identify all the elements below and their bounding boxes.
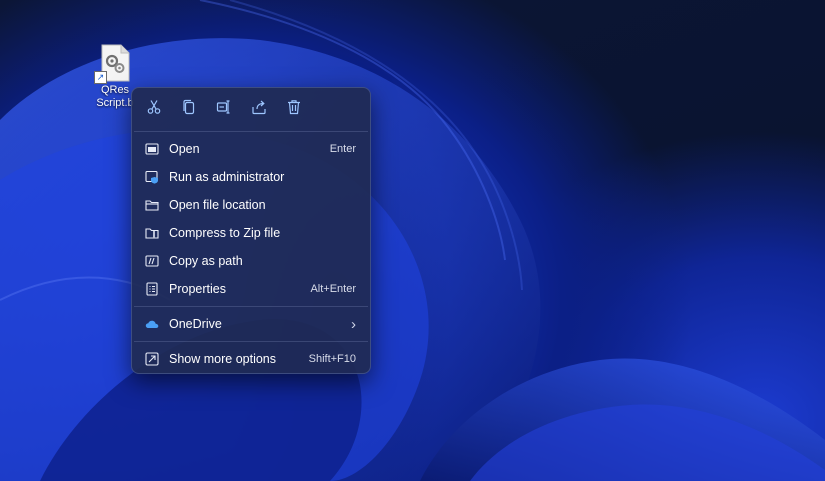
menu-item-open[interactable]: Open Enter	[132, 135, 370, 163]
menu-item-shortcut: Enter	[329, 143, 356, 155]
properties-icon	[145, 282, 159, 296]
menu-item-shortcut: Shift+F10	[308, 353, 356, 365]
cut-button[interactable]	[140, 94, 168, 122]
show-more-icon	[145, 352, 159, 366]
menu-item-label: Run as administrator	[169, 170, 285, 184]
rename-icon	[216, 99, 232, 118]
menu-item-open-file-location[interactable]: Open file location	[132, 191, 370, 219]
menu-item-label: Properties	[169, 282, 226, 296]
context-menu-action-bar	[132, 88, 370, 128]
menu-item-show-more-options[interactable]: Show more options Shift+F10	[132, 345, 370, 373]
scissors-icon	[146, 99, 162, 118]
menu-separator	[134, 131, 368, 132]
menu-item-label: Copy as path	[169, 254, 243, 268]
menu-item-run-as-administrator[interactable]: Run as administrator	[132, 163, 370, 191]
copy-path-icon	[145, 254, 159, 268]
menu-separator	[134, 306, 368, 307]
menu-item-label: Open	[169, 142, 200, 156]
share-button[interactable]	[245, 94, 273, 122]
context-menu: Open Enter Run as administrator Open fil…	[131, 87, 371, 374]
menu-item-label: OneDrive	[169, 317, 222, 331]
menu-separator	[134, 341, 368, 342]
desktop[interactable]: ↗ QRes Script.b Open Enter Run as admini…	[0, 0, 825, 481]
copy-icon	[181, 99, 197, 118]
rename-button[interactable]	[210, 94, 238, 122]
batch-file-gears-icon: ↗	[94, 44, 130, 84]
menu-item-properties[interactable]: Properties Alt+Enter	[132, 275, 370, 303]
onedrive-cloud-icon	[145, 317, 159, 331]
delete-button[interactable]	[280, 94, 308, 122]
menu-item-onedrive[interactable]: OneDrive ›	[132, 310, 370, 338]
open-window-icon	[145, 142, 159, 156]
menu-item-label: Open file location	[169, 198, 266, 212]
zip-folder-icon	[145, 226, 159, 240]
trash-icon	[286, 99, 302, 118]
menu-item-copy-as-path[interactable]: Copy as path	[132, 247, 370, 275]
folder-icon	[145, 198, 159, 212]
copy-button[interactable]	[175, 94, 203, 122]
menu-item-label: Show more options	[169, 352, 277, 366]
shield-window-icon	[145, 170, 159, 184]
chevron-right-icon: ›	[351, 315, 356, 333]
menu-item-shortcut: Alt+Enter	[310, 283, 356, 295]
share-icon	[251, 99, 267, 118]
shortcut-arrow-icon: ↗	[94, 71, 107, 84]
menu-item-compress-to-zip[interactable]: Compress to Zip file	[132, 219, 370, 247]
menu-item-label: Compress to Zip file	[169, 226, 281, 240]
